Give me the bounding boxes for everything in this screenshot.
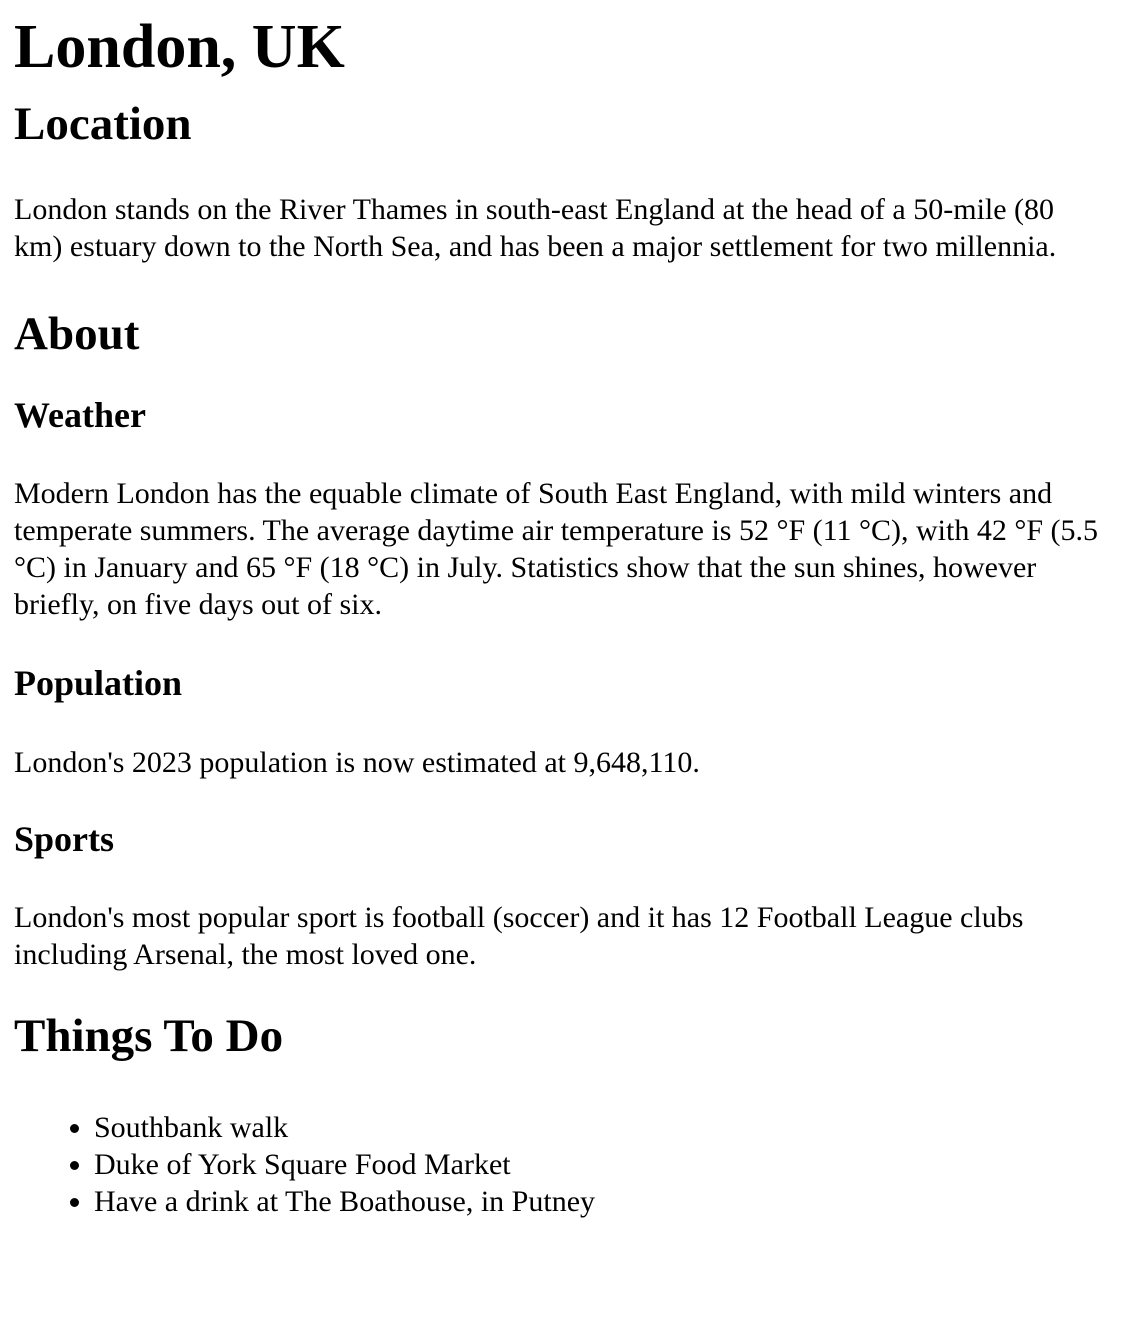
- weather-paragraph: Modern London has the equable climate of…: [14, 476, 1099, 621]
- sports-subsection: Sports London's most popular sport is fo…: [14, 819, 1108, 972]
- things-to-do-heading: Things To Do: [14, 1009, 284, 1062]
- sports-paragraph: London's most popular sport is football …: [14, 900, 1024, 971]
- population-paragraph: London's 2023 population is now estimate…: [14, 746, 700, 780]
- population-subsection: Population London's 2023 population is n…: [14, 663, 1108, 781]
- location-section: Location London stands on the River Tham…: [14, 97, 1108, 265]
- things-to-do-section: Things To Do Southbank walk Duke of York…: [14, 1009, 1108, 1220]
- sports-heading: Sports: [14, 819, 115, 860]
- weather-heading: Weather: [14, 395, 146, 436]
- location-heading: Location: [14, 98, 192, 151]
- list-item: Southbank walk: [94, 1109, 1108, 1146]
- about-heading: About: [14, 308, 140, 361]
- things-to-do-list: Southbank walk Duke of York Square Food …: [14, 1109, 1108, 1220]
- location-paragraph: London stands on the River Thames in sou…: [14, 193, 1057, 264]
- weather-subsection: Weather Modern London has the equable cl…: [14, 395, 1108, 622]
- document-page: London, UK Location London stands on the…: [0, 12, 1122, 1220]
- list-item: Duke of York Square Food Market: [94, 1146, 1108, 1183]
- list-item: Have a drink at The Boathouse, in Putney: [94, 1183, 1108, 1220]
- about-section: About Weather Modern London has the equa…: [14, 307, 1108, 972]
- population-heading: Population: [14, 662, 183, 703]
- page-title: London, UK: [14, 13, 345, 81]
